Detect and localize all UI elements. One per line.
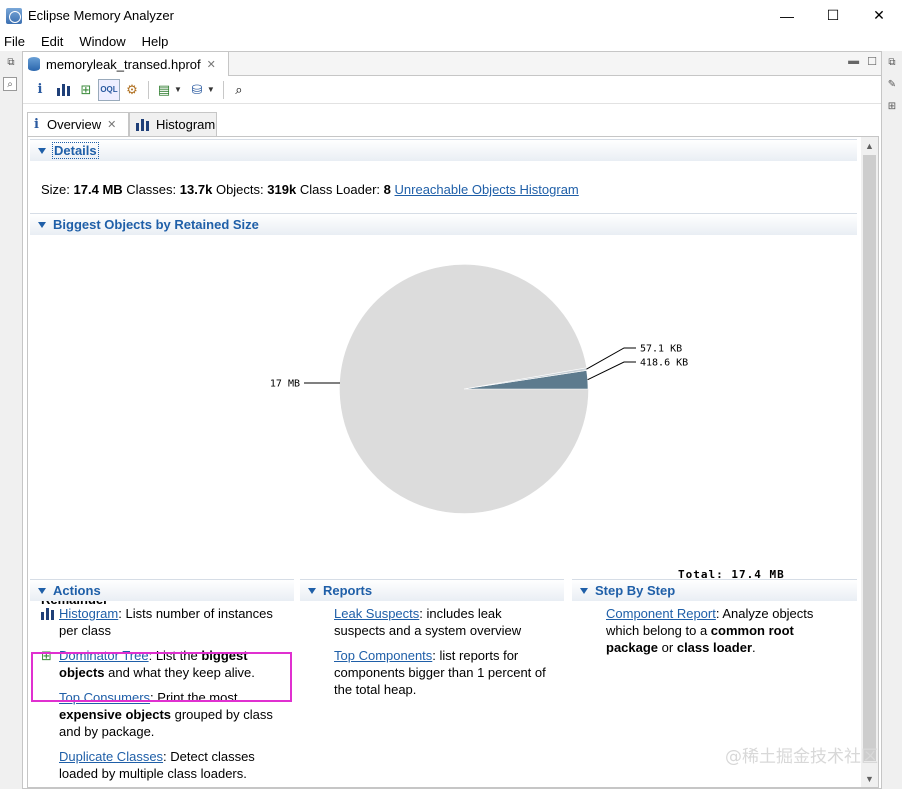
highlight-box (31, 652, 292, 702)
query-browser-icon[interactable]: ⛁ (186, 79, 208, 101)
expand-triangle-icon (580, 587, 588, 594)
pie-label-17mb: 17 MB (270, 379, 300, 390)
query-browser-dropdown-icon[interactable]: ▼ (207, 85, 215, 94)
pie-label-57-1kb: 57.1 KB (640, 344, 682, 355)
class-loader-label: Class Loader: (299, 182, 381, 197)
minimize-button[interactable]: — (764, 0, 810, 31)
editor-tab-bar: memoryleak_transed.hprof ✕ ▬ ☐ (23, 52, 881, 76)
restore-icon[interactable]: ⧉ (4, 55, 18, 69)
top-components-link[interactable]: Top Components (334, 648, 432, 663)
component-report-bold-b: class loader (676, 640, 752, 655)
close-button[interactable]: ✕ (856, 0, 902, 31)
editor-area: memoryleak_transed.hprof ✕ ▬ ☐ i ⊞ OQL ⚙… (22, 51, 882, 789)
scroll-down-icon[interactable]: ▼ (861, 770, 878, 787)
navigator-icon[interactable]: ⊞ (885, 99, 899, 113)
details-header-label: Details (52, 142, 99, 159)
editor-tab-heapdump[interactable]: memoryleak_transed.hprof ✕ (23, 52, 229, 76)
classes-label: Classes: (126, 182, 177, 197)
expand-triangle-icon (38, 147, 46, 154)
menu-window[interactable]: Window (79, 34, 125, 49)
histogram-icon[interactable] (52, 79, 74, 101)
action-duplicate-classes: Duplicate Classes: Detect classes loaded… (28, 748, 290, 782)
dominator-tree-icon[interactable]: ⊞ (75, 79, 97, 101)
oql-icon[interactable]: OQL (98, 78, 120, 101)
report-top-components: Top Components: list reports for compone… (303, 647, 553, 698)
reports-header-label: Reports (323, 583, 373, 598)
step-by-step-section-header[interactable]: Step By Step (572, 579, 857, 601)
expand-triangle-icon (308, 587, 316, 594)
menu-bar: File Edit Window Help (0, 31, 902, 51)
action-histogram: Histogram: Lists number of instances per… (28, 605, 290, 639)
result-tabs: i Overview ✕ Histogram (27, 112, 879, 136)
run-report-dropdown-icon[interactable]: ▼ (174, 85, 182, 94)
duplicate-classes-link[interactable]: Duplicate Classes (59, 749, 163, 764)
editor-tab-label: memoryleak_transed.hprof (46, 56, 201, 72)
close-tab-icon[interactable]: ✕ (207, 58, 216, 71)
minimize-editor-icon[interactable]: ▬ (848, 55, 859, 68)
menu-edit[interactable]: Edit (41, 34, 63, 49)
details-section-header[interactable]: Details (30, 139, 857, 161)
tab-histogram-label: Histogram (156, 117, 216, 132)
classes-value: 13.7k (179, 182, 213, 197)
editor-toolbar: i ⊞ OQL ⚙ ▤ ▼ ⛁ ▼ ⌕ (23, 76, 881, 104)
info-icon: i (34, 117, 39, 132)
window-title: Eclipse Memory Analyzer (28, 8, 174, 23)
menu-help[interactable]: Help (142, 34, 169, 49)
search-icon[interactable]: ⌕ (228, 79, 250, 101)
retained-size-pie-chart[interactable]: 17 MB 57.1 KB 418.6 KB (228, 247, 708, 557)
expand-triangle-icon (38, 221, 46, 228)
notes-icon[interactable]: ✎ (885, 77, 899, 91)
size-value: 17.4 MB (73, 182, 123, 197)
unreachable-objects-link[interactable]: Unreachable Objects Histogram (395, 182, 579, 197)
reports-section-header[interactable]: Reports (300, 579, 564, 601)
vertical-scrollbar[interactable]: ▲ ▼ (861, 137, 878, 787)
overview-content: Details Size: 17.4 MB Classes: 13.7k Obj… (27, 136, 879, 788)
actions-section-header[interactable]: Actions (30, 579, 294, 601)
heap-dump-icon (28, 57, 40, 71)
size-label: Size: (41, 182, 70, 197)
histogram-tab-icon (136, 118, 149, 131)
report-leak-suspects: Leak Suspects: includes leak suspects an… (303, 605, 553, 639)
objects-value: 319k (267, 182, 297, 197)
biggest-objects-section-header[interactable]: Biggest Objects by Retained Size (30, 213, 857, 235)
histogram-icon (41, 607, 55, 620)
tab-histogram[interactable]: Histogram (129, 112, 217, 136)
component-report-link[interactable]: Component Report (606, 606, 716, 621)
histogram-link[interactable]: Histogram (59, 606, 118, 621)
app-icon (6, 7, 22, 24)
maximize-button[interactable]: ☐ (810, 0, 856, 31)
class-loader-value: 8 (383, 182, 391, 197)
component-report-desc-c: . (752, 640, 756, 655)
actions-header-label: Actions (53, 583, 101, 598)
expand-triangle-icon (38, 587, 46, 594)
top-consumers-desc-bold: expensive objects (59, 707, 171, 722)
objects-label: Objects: (215, 182, 264, 197)
window-titlebar: Eclipse Memory Analyzer — ☐ ✕ (0, 0, 902, 31)
restore-icon-right[interactable]: ⧉ (885, 55, 899, 69)
pie-label-57-1kb-leader (586, 347, 636, 370)
leak-suspects-link[interactable]: Leak Suspects (334, 606, 419, 621)
step-component-report: Component Report: Analyze objects which … (575, 605, 825, 656)
left-trim-bar: ⧉ ⌕ (0, 51, 22, 789)
scroll-up-icon[interactable]: ▲ (861, 137, 878, 154)
inspector-icon[interactable]: ⌕ (3, 77, 17, 91)
scroll-thumb[interactable] (863, 155, 876, 761)
details-summary: Size: 17.4 MB Classes: 13.7k Objects: 31… (41, 182, 579, 197)
overview-info-icon[interactable]: i (29, 79, 51, 101)
right-trim-bar: ⧉ ✎ ⊞ (882, 51, 902, 789)
biggest-objects-header-label: Biggest Objects by Retained Size (53, 217, 259, 232)
close-overview-icon[interactable]: ✕ (107, 118, 116, 131)
step-by-step-header-label: Step By Step (595, 583, 676, 598)
menu-file[interactable]: File (4, 34, 25, 49)
component-report-desc-b: or (658, 640, 677, 655)
pie-label-418-6kb: 418.6 KB (640, 358, 688, 369)
tab-overview[interactable]: i Overview ✕ (27, 112, 129, 136)
maximize-editor-icon[interactable]: ☐ (867, 55, 877, 68)
thread-overview-icon[interactable]: ⚙ (121, 79, 143, 101)
watermark: @稀土掘金技术社区 (725, 747, 878, 767)
tab-overview-label: Overview (46, 117, 102, 132)
run-report-icon[interactable]: ▤ (153, 79, 175, 101)
